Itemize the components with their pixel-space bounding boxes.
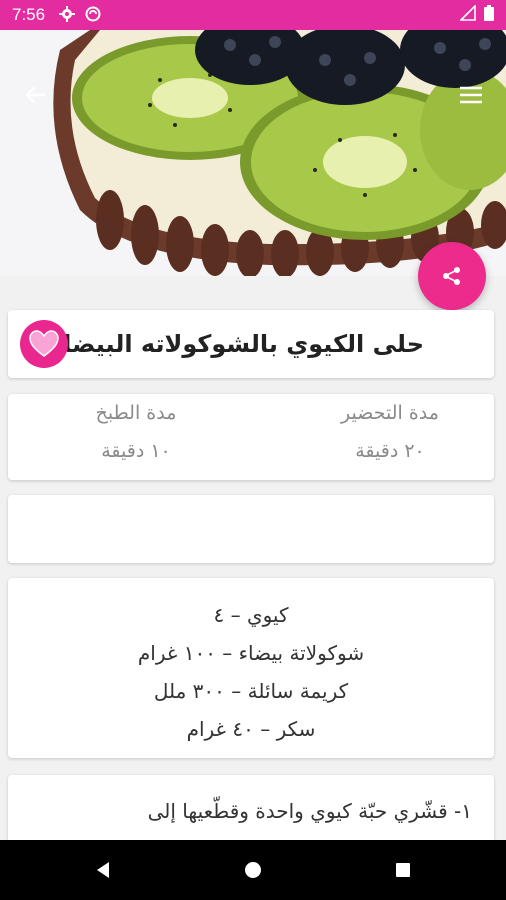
settings-icon [59,5,76,25]
heart-icon [29,330,59,357]
nav-recents-icon [396,863,410,877]
status-time: 7:56 [12,5,46,24]
favorite-button[interactable] [20,320,68,368]
sync-icon [85,6,101,25]
empty-card [8,495,494,563]
recipe-title-card: حلى الكيوي بالشوكولاته البيضاء [8,310,494,378]
arrow-left-icon [25,86,46,104]
nav-back-button[interactable] [28,840,178,900]
share-button[interactable] [418,242,486,310]
status-bar: 7:56 [0,0,506,30]
ingredient-item: شوكولاتة بيضاء – ١٠٠ غرام [137,641,365,665]
menu-icon [460,86,482,104]
ingredients-card: كيوي – ٤ شوكولاتة بيضاء – ١٠٠ غرام كريمة… [8,578,494,758]
step-text: ١- قشّري حبّة كيوي واحدة وقطّعيها إلى [147,799,472,823]
nav-home-button[interactable] [178,840,328,900]
ingredient-item: كيوي – ٤ [213,603,289,627]
share-icon [443,267,460,285]
prep-time: مدة التحضير ٢٠ دقيقة [290,394,490,462]
cook-time-value: ١٠ دقيقة [101,440,171,462]
recipe-title: حلى الكيوي بالشوكولاته البيضاء [50,330,424,358]
system-nav-bar [0,840,506,900]
nav-back-icon [97,862,109,878]
cook-time: مدة الطبخ ١٠ دقيقة [36,394,236,462]
cook-time-label: مدة الطبخ [95,402,177,424]
battery-icon [484,5,494,25]
prep-time-value: ٢٠ دقيقة [355,440,425,462]
nav-recents-button[interactable] [328,840,478,900]
times-card: مدة التحضير ٢٠ دقيقة مدة الطبخ ١٠ دقيقة [8,394,494,480]
recipe-hero-image [0,30,506,276]
nav-home-icon [245,862,261,878]
back-button[interactable] [20,80,50,110]
prep-time-label: مدة التحضير [341,402,439,424]
menu-button[interactable] [456,80,486,110]
ingredient-item: سكر – ٤٠ غرام [186,717,316,741]
signal-icon [459,4,476,25]
ingredient-item: كريمة سائلة – ٣٠٠ ملل [153,679,349,703]
